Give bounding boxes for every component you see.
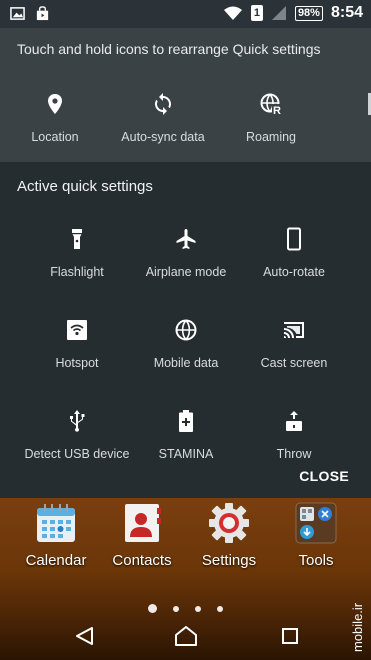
settings-gear-icon	[209, 503, 249, 543]
throw-icon	[286, 411, 302, 431]
airplane-icon	[176, 229, 196, 249]
active-tiles-panel: Active quick settings Flashlight Airplan…	[0, 162, 371, 498]
tile-label: Auto-sync data	[121, 130, 205, 144]
tile-label: Cast screen	[260, 356, 328, 370]
tile-label: Detect USB device	[24, 447, 130, 461]
tile-flashlight[interactable]: Flashlight	[22, 227, 132, 279]
app-calendar[interactable]: Calendar	[16, 502, 96, 569]
home-icon[interactable]	[171, 624, 201, 648]
available-tiles-panel: Touch and hold icons to rearrange Quick …	[0, 28, 371, 162]
status-bar: 1 98% 8:54	[0, 0, 371, 28]
tile-label: Auto-rotate	[263, 265, 325, 279]
cast-icon	[284, 322, 304, 338]
tile-detect-usb[interactable]: Detect USB device	[22, 409, 132, 461]
page-dot	[173, 606, 179, 612]
section-title: Active quick settings	[17, 178, 153, 195]
tile-label: Airplane mode	[145, 265, 227, 279]
tile-label: Mobile data	[153, 356, 219, 370]
page-dot	[195, 606, 201, 612]
usb-icon	[70, 410, 85, 432]
tile-label: STAMINA	[158, 447, 214, 461]
hotspot-icon	[67, 320, 87, 340]
svg-text:R: R	[273, 105, 281, 116]
tile-airplane-mode[interactable]: Airplane mode	[131, 227, 241, 279]
tile-label: Throw	[276, 447, 312, 461]
store-bag-icon	[36, 6, 49, 21]
tile-mobile-data[interactable]: Mobile data	[131, 318, 241, 370]
globe-icon	[175, 319, 197, 341]
app-label: Calendar	[25, 552, 87, 569]
roaming-globe-icon: R	[260, 93, 282, 116]
tile-hotspot[interactable]: Hotspot	[22, 318, 132, 370]
tile-auto-rotate[interactable]: Auto-rotate	[239, 227, 349, 279]
app-label: Tools	[298, 552, 334, 569]
battery-plus-icon	[179, 410, 193, 432]
tile-label: Flashlight	[50, 265, 104, 279]
tile-throw[interactable]: Throw	[239, 409, 349, 461]
recents-icon[interactable]	[275, 624, 305, 648]
tile-location[interactable]: Location	[0, 92, 110, 144]
tile-label: Hotspot	[55, 356, 99, 370]
navigation-bar	[0, 616, 371, 660]
sync-icon	[155, 93, 171, 115]
close-button[interactable]: CLOSE	[299, 468, 349, 484]
tile-label: Roaming	[245, 130, 297, 144]
watermark-text: mobile.ir	[350, 602, 365, 652]
wifi-icon	[223, 6, 242, 20]
location-pin-icon	[48, 94, 62, 114]
back-icon[interactable]	[70, 624, 100, 648]
tile-label: Location	[31, 130, 79, 144]
signal-icon	[271, 6, 286, 20]
clock: 8:54	[330, 4, 363, 21]
tile-stamina[interactable]: STAMINA	[131, 409, 241, 461]
tools-folder-icon	[295, 502, 337, 544]
flashlight-icon	[72, 229, 82, 249]
sim-indicator: 1	[250, 5, 263, 21]
tile-auto-sync[interactable]: Auto-sync data	[108, 92, 218, 144]
app-settings[interactable]: Settings	[189, 502, 269, 569]
page-dot-active	[148, 604, 157, 613]
contacts-app-icon	[125, 504, 161, 542]
image-icon	[10, 7, 25, 20]
app-tools-folder[interactable]: Tools	[276, 502, 356, 569]
page-dot	[217, 606, 223, 612]
page-indicator	[0, 604, 371, 616]
tile-roaming[interactable]: R Roaming	[216, 92, 326, 144]
battery-indicator: 98%	[294, 5, 323, 21]
watermark-logo: mobile.ir	[350, 602, 365, 652]
tile-cast-screen[interactable]: Cast screen	[239, 318, 349, 370]
app-label: Settings	[201, 552, 257, 569]
calendar-app-icon	[37, 504, 75, 542]
rearrange-hint: Touch and hold icons to rearrange Quick …	[17, 41, 321, 57]
app-label: Contacts	[112, 552, 172, 569]
phone-rotate-icon	[287, 227, 301, 251]
app-contacts[interactable]: Contacts	[102, 502, 182, 569]
